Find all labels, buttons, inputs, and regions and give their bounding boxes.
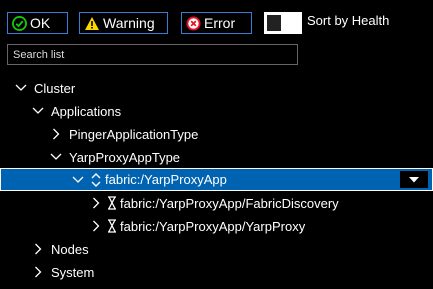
tree-item-yarp-proxy-app-selected[interactable]: fabric:/YarpProxyApp: [0, 168, 433, 191]
chevron-down-icon[interactable]: [49, 150, 63, 164]
chevron-right-icon[interactable]: [89, 219, 103, 233]
warning-icon: [84, 16, 100, 31]
hourglass-icon: [107, 219, 117, 233]
tree-item-label: fabric:/YarpProxyApp: [105, 172, 227, 187]
error-filter-button[interactable]: Error: [181, 12, 252, 34]
tree-item-label: fabric:/YarpProxyApp/FabricDiscovery: [120, 195, 339, 211]
tree-item-label: PingerApplicationType: [69, 126, 199, 142]
ok-check-icon: [12, 15, 27, 31]
ok-filter-label: OK: [30, 15, 51, 31]
tree-item-yarp-proxy-app-type[interactable]: YarpProxyAppType: [49, 146, 180, 168]
selected-row-content: fabric:/YarpProxyApp: [71, 169, 227, 190]
search-input[interactable]: [7, 44, 298, 65]
tree-item-yarp-proxy[interactable]: fabric:/YarpProxyApp/YarpProxy: [89, 215, 305, 237]
tree-item-label: Nodes: [51, 241, 89, 257]
tree-item-label: Cluster: [34, 80, 76, 96]
chevron-down-icon[interactable]: [14, 81, 28, 95]
chevron-right-icon[interactable]: [31, 265, 45, 279]
caret-down-icon: [409, 176, 419, 183]
tree-item-label: Applications: [51, 103, 122, 119]
error-filter-label: Error: [204, 15, 236, 31]
warning-filter-label: Warning: [103, 15, 155, 31]
warning-filter-button[interactable]: Warning: [79, 12, 168, 34]
tree-item-nodes[interactable]: Nodes: [31, 238, 89, 260]
tree-item-label: fabric:/YarpProxyApp/YarpProxy: [120, 218, 306, 234]
tree-item-fabric-discovery[interactable]: fabric:/YarpProxyApp/FabricDiscovery: [89, 192, 339, 214]
sort-by-health-label: Sort by Health: [307, 13, 390, 28]
chevron-down-icon[interactable]: [31, 104, 45, 118]
tree-item-applications[interactable]: Applications: [31, 100, 121, 122]
chevron-right-icon[interactable]: [31, 242, 45, 256]
tree-item-label: System: [51, 264, 95, 280]
chevron-down-icon[interactable]: [71, 173, 85, 187]
chevron-right-icon[interactable]: [49, 127, 63, 141]
ok-filter-button[interactable]: OK: [7, 12, 68, 34]
tree-item-system[interactable]: System: [31, 261, 94, 283]
sort-by-health-toggle[interactable]: [264, 12, 302, 34]
error-x-icon: [186, 15, 201, 31]
actions-dropdown-button[interactable]: [400, 171, 428, 188]
chevron-right-icon[interactable]: [89, 196, 103, 210]
hourglass-icon: [107, 196, 117, 210]
tree-item-cluster[interactable]: Cluster: [14, 77, 75, 99]
sort-updown-icon: [91, 172, 101, 187]
tree-item-label: YarpProxyAppType: [69, 149, 181, 165]
tree-item-pinger-application-type[interactable]: PingerApplicationType: [49, 123, 198, 145]
toggle-knob: [267, 15, 281, 31]
